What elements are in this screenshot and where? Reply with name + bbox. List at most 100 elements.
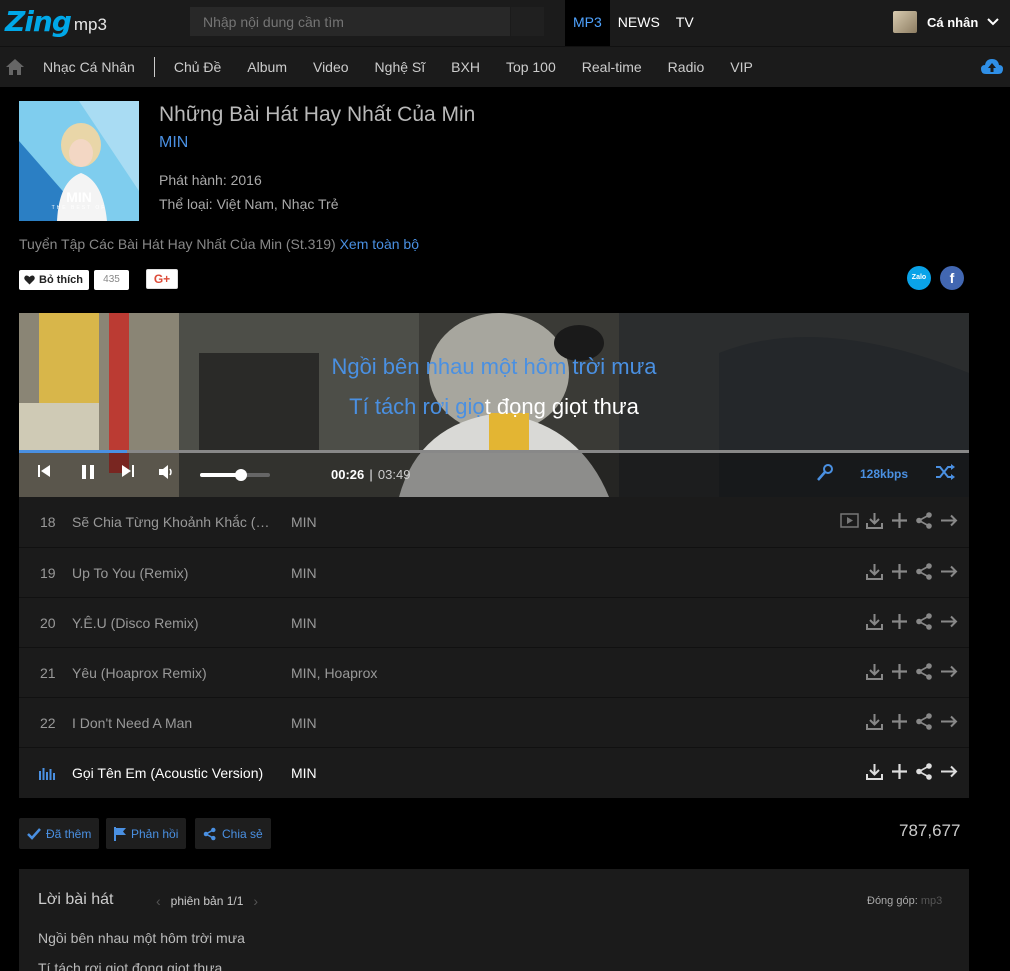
- chevron-right-icon[interactable]: ›: [253, 893, 258, 909]
- nav-topics[interactable]: Chủ Đề: [161, 47, 234, 88]
- contributor-link[interactable]: mp3: [921, 895, 942, 907]
- previous-icon[interactable]: [37, 464, 51, 478]
- upload-cloud-icon[interactable]: [980, 57, 1004, 77]
- nav-artists[interactable]: Nghệ Sĩ: [362, 47, 439, 88]
- top-bar: Zing mp3 MP3 NEWS TV Cá nhân: [0, 0, 1010, 46]
- zalo-share-button[interactable]: Zalo: [907, 266, 931, 290]
- chevron-left-icon[interactable]: ‹: [156, 893, 161, 909]
- track-title[interactable]: Yêu (Hoaprox Remix): [72, 665, 272, 681]
- facebook-share-button[interactable]: f: [940, 266, 964, 290]
- share-icon[interactable]: [915, 712, 934, 731]
- arrow-right-icon[interactable]: [940, 662, 959, 681]
- download-icon[interactable]: [865, 612, 884, 631]
- next-icon[interactable]: [121, 464, 135, 478]
- nav-vip[interactable]: VIP: [717, 47, 766, 88]
- bitrate-selector[interactable]: 128kbps: [860, 467, 908, 481]
- google-plus-button[interactable]: G+: [146, 269, 178, 289]
- added-button[interactable]: Đã thêm: [19, 818, 100, 849]
- lyrics-line: Tí tách rơi giọt đọng giọt thưa: [38, 960, 223, 971]
- arrow-right-icon[interactable]: [940, 712, 959, 731]
- home-icon[interactable]: [4, 56, 26, 78]
- track-list: 18 Sẽ Chia Từng Khoảnh Khắc (Y... MIN 19…: [19, 497, 969, 798]
- nav-radio[interactable]: Radio: [655, 47, 718, 88]
- track-title[interactable]: Y.Ê.U (Disco Remix): [72, 615, 272, 631]
- track-row-current[interactable]: Gọi Tên Em (Acoustic Version) MIN: [19, 747, 969, 797]
- shuffle-icon[interactable]: [935, 464, 955, 480]
- track-artist[interactable]: MIN: [291, 765, 317, 781]
- download-icon[interactable]: [865, 762, 884, 781]
- track-number: 18: [40, 514, 56, 530]
- add-icon[interactable]: [890, 712, 909, 731]
- download-icon[interactable]: [865, 662, 884, 681]
- share-button[interactable]: Chia sẻ: [195, 818, 271, 849]
- share-icon[interactable]: [915, 612, 934, 631]
- feedback-button[interactable]: Phản hồi: [106, 818, 187, 849]
- download-icon[interactable]: [865, 712, 884, 731]
- track-number: 22: [40, 715, 56, 731]
- arrow-right-icon[interactable]: [940, 612, 959, 631]
- track-artist[interactable]: MIN: [291, 715, 317, 731]
- track-row[interactable]: 19 Up To You (Remix) MIN: [19, 547, 969, 597]
- mv-icon[interactable]: [840, 511, 859, 530]
- download-icon[interactable]: [865, 562, 884, 581]
- share-icon[interactable]: [915, 662, 934, 681]
- track-row[interactable]: 18 Sẽ Chia Từng Khoảnh Khắc (Y... MIN: [19, 497, 969, 547]
- user-menu[interactable]: Cá nhân: [893, 11, 1000, 33]
- track-title[interactable]: Gọi Tên Em (Acoustic Version): [72, 765, 292, 781]
- arrow-right-icon[interactable]: [940, 762, 959, 781]
- now-playing-equalizer-icon: [39, 768, 55, 780]
- zing-mp3-logo[interactable]: Zing mp3: [5, 4, 107, 40]
- nav-top100[interactable]: Top 100: [493, 47, 569, 88]
- feedback-label: Phản hồi: [131, 826, 179, 841]
- nav-personal-music[interactable]: Nhạc Cá Nhân: [30, 47, 148, 88]
- search-button[interactable]: [511, 7, 544, 36]
- nav-video[interactable]: Video: [300, 47, 362, 88]
- album-artist-link[interactable]: MIN: [159, 134, 188, 152]
- nav-news[interactable]: NEWS: [610, 0, 668, 46]
- track-title[interactable]: Up To You (Remix): [72, 565, 272, 581]
- add-icon[interactable]: [890, 511, 909, 530]
- search-input[interactable]: [190, 7, 510, 36]
- volume-knob[interactable]: [234, 469, 247, 481]
- track-artist[interactable]: MIN: [291, 565, 317, 581]
- nav-mp3[interactable]: MP3: [565, 0, 610, 46]
- check-icon: [27, 827, 41, 840]
- nav-tv[interactable]: TV: [668, 0, 702, 46]
- add-icon[interactable]: [890, 762, 909, 781]
- share-icon[interactable]: [915, 762, 934, 781]
- share-icon[interactable]: [915, 562, 934, 581]
- nav-charts[interactable]: BXH: [438, 47, 493, 88]
- download-icon[interactable]: [865, 511, 884, 530]
- karaoke-mic-icon[interactable]: [816, 464, 834, 482]
- like-button[interactable]: Bỏ thích: [19, 270, 89, 290]
- track-row[interactable]: 22 I Don't Need A Man MIN: [19, 697, 969, 747]
- track-title[interactable]: I Don't Need A Man: [72, 715, 272, 731]
- pause-icon[interactable]: [81, 464, 95, 480]
- nav-realtime[interactable]: Real-time: [569, 47, 655, 88]
- arrow-right-icon[interactable]: [940, 562, 959, 581]
- see-all-link[interactable]: Xem toàn bộ: [340, 236, 419, 252]
- album-title: Những Bài Hát Hay Nhất Của Min: [159, 103, 476, 126]
- nav-album[interactable]: Album: [234, 47, 300, 88]
- lyrics-contributor: Đóng góp: mp3: [867, 895, 942, 907]
- current-time: 00:26: [331, 467, 365, 482]
- add-icon[interactable]: [890, 612, 909, 631]
- track-row[interactable]: 21 Yêu (Hoaprox Remix) MIN, Hoaprox: [19, 647, 969, 697]
- share-icon[interactable]: [915, 511, 934, 530]
- avatar[interactable]: [893, 11, 917, 33]
- track-title[interactable]: Sẽ Chia Từng Khoảnh Khắc (Y...: [72, 514, 272, 530]
- user-name[interactable]: Cá nhân: [927, 15, 978, 30]
- time-display: 00:26 | 03:49: [331, 467, 410, 482]
- share-icon: [203, 827, 216, 840]
- volume-icon[interactable]: [158, 464, 174, 480]
- add-icon[interactable]: [890, 562, 909, 581]
- add-icon[interactable]: [890, 662, 909, 681]
- arrow-right-icon[interactable]: [940, 511, 959, 530]
- track-artist[interactable]: MIN: [291, 514, 317, 530]
- like-label: Bỏ thích: [39, 274, 83, 286]
- chevron-down-icon[interactable]: [986, 15, 1000, 29]
- track-row[interactable]: 20 Y.Ê.U (Disco Remix) MIN: [19, 597, 969, 647]
- track-artist[interactable]: MIN, Hoaprox: [291, 665, 377, 681]
- track-artist[interactable]: MIN: [291, 615, 317, 631]
- album-cover[interactable]: MIN THE BEST OF: [19, 101, 139, 221]
